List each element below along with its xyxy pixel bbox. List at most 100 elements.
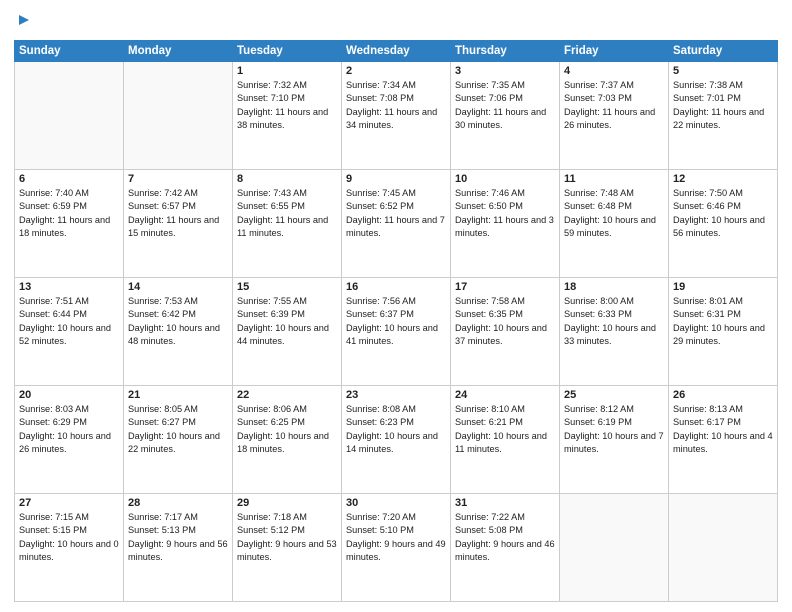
day-info: Sunrise: 7:18 AMSunset: 5:12 PMDaylight:… xyxy=(237,511,337,564)
day-info: Sunrise: 7:35 AMSunset: 7:06 PMDaylight:… xyxy=(455,79,555,132)
day-number: 14 xyxy=(128,281,228,293)
day-info: Sunrise: 7:43 AMSunset: 6:55 PMDaylight:… xyxy=(237,187,337,240)
day-number: 19 xyxy=(673,281,773,293)
calendar-cell: 9 Sunrise: 7:45 AMSunset: 6:52 PMDaylight… xyxy=(342,170,451,278)
calendar-week-4: 20 Sunrise: 8:03 AMSunset: 6:29 PMDayligh… xyxy=(15,386,778,494)
calendar-cell: 31Sunrise: 7:22 AMSunset: 5:08 PMDayligh… xyxy=(451,494,560,602)
day-number: 18 xyxy=(564,281,664,293)
calendar-header-friday: Friday xyxy=(560,41,669,62)
calendar-cell: 30 Sunrise: 7:20 AMSunset: 5:10 PMDayligh… xyxy=(342,494,451,602)
calendar-cell: 10Sunrise: 7:46 AMSunset: 6:50 PMDayligh… xyxy=(451,170,560,278)
day-info: Sunrise: 7:50 AMSunset: 6:46 PMDaylight:… xyxy=(673,187,773,240)
day-number: 1 xyxy=(237,65,337,77)
calendar-cell: 11 Sunrise: 7:48 AMSunset: 6:48 PMDayligh… xyxy=(560,170,669,278)
calendar-cell: 5 Sunrise: 7:38 AMSunset: 7:01 PMDaylight… xyxy=(669,62,778,170)
calendar-cell xyxy=(124,62,233,170)
logo xyxy=(14,10,31,32)
calendar-cell: 23Sunrise: 8:08 AMSunset: 6:23 PMDayligh… xyxy=(342,386,451,494)
day-number: 5 xyxy=(673,65,773,77)
day-info: Sunrise: 8:06 AMSunset: 6:25 PMDaylight:… xyxy=(237,403,337,456)
day-info: Sunrise: 8:05 AMSunset: 6:27 PMDaylight:… xyxy=(128,403,228,456)
day-number: 20 xyxy=(19,389,119,401)
day-number: 7 xyxy=(128,173,228,185)
calendar-cell: 12 Sunrise: 7:50 AMSunset: 6:46 PMDayligh… xyxy=(669,170,778,278)
page: SundayMondayTuesdayWednesdayThursdayFrid… xyxy=(0,0,792,612)
calendar-header-row: SundayMondayTuesdayWednesdayThursdayFrid… xyxy=(15,41,778,62)
calendar-cell: 20 Sunrise: 8:03 AMSunset: 6:29 PMDayligh… xyxy=(15,386,124,494)
calendar-cell: 8 Sunrise: 7:43 AMSunset: 6:55 PMDaylight… xyxy=(233,170,342,278)
calendar-header-saturday: Saturday xyxy=(669,41,778,62)
day-number: 3 xyxy=(455,65,555,77)
calendar-cell: 6 Sunrise: 7:40 AMSunset: 6:59 PMDaylight… xyxy=(15,170,124,278)
day-number: 30 xyxy=(346,497,446,509)
calendar-cell: 7 Sunrise: 7:42 AMSunset: 6:57 PMDaylight… xyxy=(124,170,233,278)
calendar-cell: 22 Sunrise: 8:06 AMSunset: 6:25 PMDayligh… xyxy=(233,386,342,494)
calendar-cell: 3 Sunrise: 7:35 AMSunset: 7:06 PMDaylight… xyxy=(451,62,560,170)
day-number: 10 xyxy=(455,173,555,185)
calendar-cell: 18 Sunrise: 8:00 AMSunset: 6:33 PMDayligh… xyxy=(560,278,669,386)
calendar-cell: 27 Sunrise: 7:15 AMSunset: 5:15 PMDayligh… xyxy=(15,494,124,602)
day-number: 11 xyxy=(564,173,664,185)
day-info: Sunrise: 7:56 AMSunset: 6:37 PMDaylight:… xyxy=(346,295,446,348)
day-number: 31 xyxy=(455,497,555,509)
day-number: 16 xyxy=(346,281,446,293)
day-info: Sunrise: 7:34 AMSunset: 7:08 PMDaylight:… xyxy=(346,79,446,132)
day-number: 17 xyxy=(455,281,555,293)
calendar-cell: 15 Sunrise: 7:55 AMSunset: 6:39 PMDayligh… xyxy=(233,278,342,386)
day-number: 15 xyxy=(237,281,337,293)
calendar-cell: 19 Sunrise: 8:01 AMSunset: 6:31 PMDayligh… xyxy=(669,278,778,386)
day-info: Sunrise: 7:51 AMSunset: 6:44 PMDaylight:… xyxy=(19,295,119,348)
day-info: Sunrise: 7:17 AMSunset: 5:13 PMDaylight:… xyxy=(128,511,228,564)
day-info: Sunrise: 8:01 AMSunset: 6:31 PMDaylight:… xyxy=(673,295,773,348)
calendar-cell: 25 Sunrise: 8:12 AMSunset: 6:19 PMDayligh… xyxy=(560,386,669,494)
day-number: 2 xyxy=(346,65,446,77)
header xyxy=(14,10,778,32)
day-info: Sunrise: 7:53 AMSunset: 6:42 PMDaylight:… xyxy=(128,295,228,348)
calendar-cell: 4Sunrise: 7:37 AMSunset: 7:03 PMDaylight… xyxy=(560,62,669,170)
day-number: 4 xyxy=(564,65,664,77)
day-number: 25 xyxy=(564,389,664,401)
day-number: 27 xyxy=(19,497,119,509)
day-number: 13 xyxy=(19,281,119,293)
day-info: Sunrise: 7:42 AMSunset: 6:57 PMDaylight:… xyxy=(128,187,228,240)
day-number: 29 xyxy=(237,497,337,509)
day-info: Sunrise: 8:00 AMSunset: 6:33 PMDaylight:… xyxy=(564,295,664,348)
calendar-header-tuesday: Tuesday xyxy=(233,41,342,62)
logo-arrow-icon xyxy=(17,11,31,32)
calendar-cell: 17Sunrise: 7:58 AMSunset: 6:35 PMDayligh… xyxy=(451,278,560,386)
logo-text xyxy=(14,10,31,32)
day-number: 12 xyxy=(673,173,773,185)
day-info: Sunrise: 7:48 AMSunset: 6:48 PMDaylight:… xyxy=(564,187,664,240)
calendar-cell xyxy=(15,62,124,170)
calendar-cell xyxy=(669,494,778,602)
day-info: Sunrise: 7:20 AMSunset: 5:10 PMDaylight:… xyxy=(346,511,446,564)
calendar-cell: 26Sunrise: 8:13 AMSunset: 6:17 PMDayligh… xyxy=(669,386,778,494)
calendar-cell: 28 Sunrise: 7:17 AMSunset: 5:13 PMDayligh… xyxy=(124,494,233,602)
day-info: Sunrise: 7:45 AMSunset: 6:52 PMDaylight:… xyxy=(346,187,446,240)
day-number: 9 xyxy=(346,173,446,185)
day-info: Sunrise: 8:12 AMSunset: 6:19 PMDaylight:… xyxy=(564,403,664,456)
day-number: 23 xyxy=(346,389,446,401)
day-info: Sunrise: 7:38 AMSunset: 7:01 PMDaylight:… xyxy=(673,79,773,132)
calendar-cell: 24 Sunrise: 8:10 AMSunset: 6:21 PMDayligh… xyxy=(451,386,560,494)
calendar-cell: 21Sunrise: 8:05 AMSunset: 6:27 PMDayligh… xyxy=(124,386,233,494)
calendar-cell xyxy=(560,494,669,602)
calendar-cell: 13 Sunrise: 7:51 AMSunset: 6:44 PMDayligh… xyxy=(15,278,124,386)
calendar-header-wednesday: Wednesday xyxy=(342,41,451,62)
calendar-cell: 14 Sunrise: 7:53 AMSunset: 6:42 PMDayligh… xyxy=(124,278,233,386)
calendar-cell: 29 Sunrise: 7:18 AMSunset: 5:12 PMDayligh… xyxy=(233,494,342,602)
calendar-cell: 16 Sunrise: 7:56 AMSunset: 6:37 PMDayligh… xyxy=(342,278,451,386)
day-info: Sunrise: 8:03 AMSunset: 6:29 PMDaylight:… xyxy=(19,403,119,456)
day-number: 28 xyxy=(128,497,228,509)
day-number: 22 xyxy=(237,389,337,401)
day-info: Sunrise: 8:13 AMSunset: 6:17 PMDaylight:… xyxy=(673,403,773,456)
day-info: Sunrise: 7:55 AMSunset: 6:39 PMDaylight:… xyxy=(237,295,337,348)
day-number: 6 xyxy=(19,173,119,185)
calendar-cell: 2 Sunrise: 7:34 AMSunset: 7:08 PMDaylight… xyxy=(342,62,451,170)
calendar-cell: 1Sunrise: 7:32 AMSunset: 7:10 PMDaylight… xyxy=(233,62,342,170)
day-number: 8 xyxy=(237,173,337,185)
day-info: Sunrise: 7:15 AMSunset: 5:15 PMDaylight:… xyxy=(19,511,119,564)
day-info: Sunrise: 8:10 AMSunset: 6:21 PMDaylight:… xyxy=(455,403,555,456)
day-info: Sunrise: 7:40 AMSunset: 6:59 PMDaylight:… xyxy=(19,187,119,240)
day-number: 24 xyxy=(455,389,555,401)
